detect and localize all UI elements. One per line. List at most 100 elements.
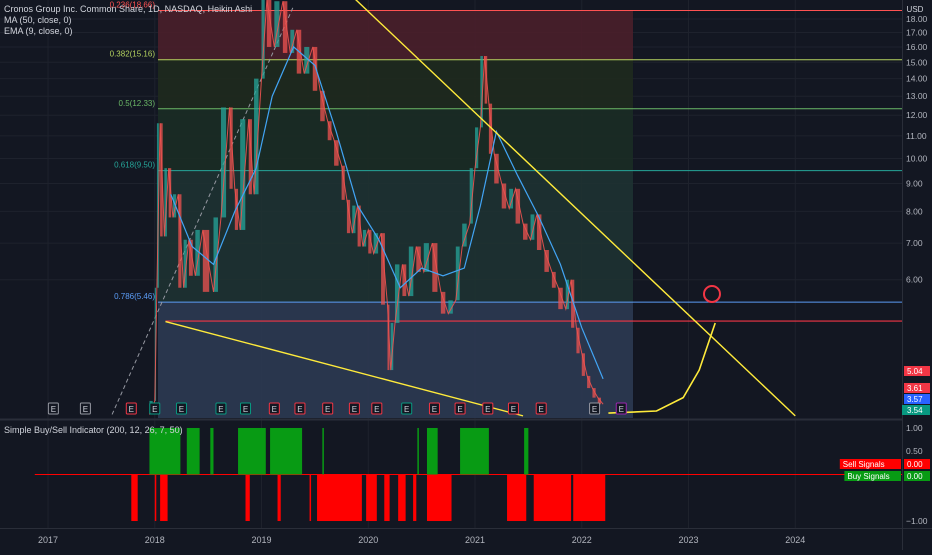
earnings-marker[interactable]: E: [507, 402, 519, 415]
price-tick-label: 14.00: [906, 74, 928, 84]
fib-level-label: 0.382(15.16): [110, 50, 156, 59]
earnings-marker[interactable]: E: [535, 402, 547, 415]
price-tick-label: 6.00: [906, 275, 923, 285]
fib-zone: [158, 108, 634, 171]
earnings-marker-label: E: [511, 405, 516, 414]
price-badge-value: 3.57: [907, 395, 923, 404]
price-tick-label: 7.00: [906, 238, 923, 248]
sell-signal-bar: [131, 474, 138, 522]
price-tick-label: 18.00: [906, 14, 928, 24]
fib-level-label: 0.5(12.33): [119, 99, 156, 108]
price-badge-value: 5.04: [907, 367, 923, 376]
earnings-marker-label: E: [325, 405, 330, 414]
earnings-marker-label: E: [152, 405, 157, 414]
buy-signal-bar: [238, 427, 266, 475]
sell-signal-bar: [366, 474, 377, 522]
earnings-marker[interactable]: E: [149, 402, 161, 415]
price-badge-value: 3.54: [907, 406, 923, 415]
buy-signal-bar: [270, 427, 303, 475]
sell-signal-bar: [245, 474, 250, 522]
currency-label[interactable]: USD: [907, 5, 924, 14]
price-badge[interactable]: 5.04: [904, 366, 930, 376]
signal-badge-name: Sell Signals: [843, 460, 885, 469]
price-tick-label: 13.00: [906, 91, 928, 101]
earnings-marker[interactable]: E: [175, 402, 187, 415]
earnings-marker[interactable]: E: [240, 402, 252, 415]
price-tick-label: 17.00: [906, 28, 928, 38]
year-tick-label: 2022: [572, 535, 592, 545]
indicator-tick-label: 1.00: [906, 423, 923, 433]
earnings-marker[interactable]: E: [79, 402, 91, 415]
signal-badge[interactable]: Buy Signals 0.00: [844, 471, 930, 481]
indicator-tick-label: −1.00: [906, 516, 928, 526]
price-badge[interactable]: MA3.57: [904, 394, 930, 404]
earnings-marker-label: E: [243, 405, 248, 414]
year-tick-label: 2021: [465, 535, 485, 545]
time-axis[interactable]: 2017 2018 2019 2020 2021 2022 2023 2024: [0, 528, 932, 550]
earnings-marker-label: E: [619, 405, 624, 414]
earnings-marker[interactable]: E: [454, 402, 466, 415]
sell-signal-bar: [533, 474, 572, 522]
sell-signal-bar: [154, 474, 157, 522]
earnings-marker[interactable]: E: [268, 402, 280, 415]
earnings-marker[interactable]: E: [589, 402, 601, 415]
sell-signal-bar: [317, 474, 362, 522]
earnings-marker-label: E: [218, 405, 223, 414]
earnings-marker-label: E: [83, 405, 88, 414]
signal-badge-value: 0.00: [907, 460, 923, 469]
earnings-marker[interactable]: E: [215, 402, 227, 415]
fib-level-label: 0.618(9.50): [114, 161, 155, 170]
price-tick-label: 10.00: [906, 153, 928, 163]
ema-legend[interactable]: EMA (9, close, 0): [4, 26, 252, 37]
earnings-marker-label: E: [592, 405, 597, 414]
price-tick-label: 9.00: [906, 178, 923, 188]
price-badge[interactable]: 3.61: [904, 383, 930, 393]
earnings-marker-label: E: [51, 405, 56, 414]
sell-signal-bar: [426, 474, 452, 522]
year-tick-label: 2018: [145, 535, 165, 545]
price-tick-label: 12.00: [906, 110, 928, 120]
fib-zone: [158, 59, 634, 109]
ma-legend[interactable]: MA (50, close, 0): [4, 15, 252, 26]
earnings-marker[interactable]: E: [294, 402, 306, 415]
symbol-title[interactable]: Cronos Group Inc. Common Share, 1D, NASD…: [4, 4, 252, 15]
sell-signal-bar: [384, 474, 390, 522]
price-tick-label: 11.00: [906, 131, 927, 141]
earnings-marker[interactable]: E: [401, 402, 413, 415]
sell-signal-bar: [277, 474, 281, 522]
earnings-marker-label: E: [457, 405, 462, 414]
earnings-marker-label: E: [539, 405, 544, 414]
sell-signal-bar: [507, 474, 527, 522]
chart-workspace: 0.236(18.66) 0.382(15.16) 0.5(12.33) 0.618(…: [0, 0, 932, 550]
signal-badge-name: Buy Signals: [847, 472, 889, 481]
sell-signal-bar: [413, 474, 417, 522]
sell-signal-bar: [398, 474, 406, 522]
earnings-marker[interactable]: E: [348, 402, 360, 415]
sell-signal-bar: [160, 474, 168, 522]
earnings-marker-label: E: [485, 405, 490, 414]
price-badge[interactable]: CRON3.54: [902, 405, 930, 415]
indicator-tick-label: 0.50: [906, 446, 923, 456]
price-tick-label: 15.00: [906, 57, 928, 67]
earnings-marker[interactable]: E: [125, 402, 137, 415]
year-tick-label: 2023: [678, 535, 698, 545]
price-badge-value: 3.61: [907, 384, 923, 393]
earnings-marker[interactable]: E: [482, 402, 494, 415]
buy-signal-bar: [524, 427, 529, 475]
fib-level-label: 0.786(5.46): [114, 292, 155, 301]
earnings-marker[interactable]: E: [322, 402, 334, 415]
price-tick-label: 8.00: [906, 206, 923, 216]
earnings-marker-label: E: [352, 405, 357, 414]
signal-badge[interactable]: Sell Signals 0.00: [839, 459, 930, 469]
earnings-marker-label: E: [432, 405, 437, 414]
signal-badge-value: 0.00: [907, 472, 923, 481]
earnings-marker[interactable]: E: [615, 402, 627, 415]
earnings-marker[interactable]: E: [47, 402, 59, 415]
indicator-legend[interactable]: Simple Buy/Sell Indicator (200, 12, 26, …: [4, 425, 183, 436]
year-tick-label: 2024: [785, 535, 805, 545]
earnings-marker[interactable]: E: [428, 402, 440, 415]
earnings-marker[interactable]: E: [371, 402, 383, 415]
indicator-title[interactable]: Simple Buy/Sell Indicator (200, 12, 26, …: [4, 425, 183, 436]
chart-canvas[interactable]: 0.236(18.66)0.382(15.16)0.5(12.33)0.618(…: [0, 0, 932, 550]
earnings-marker-label: E: [179, 405, 184, 414]
